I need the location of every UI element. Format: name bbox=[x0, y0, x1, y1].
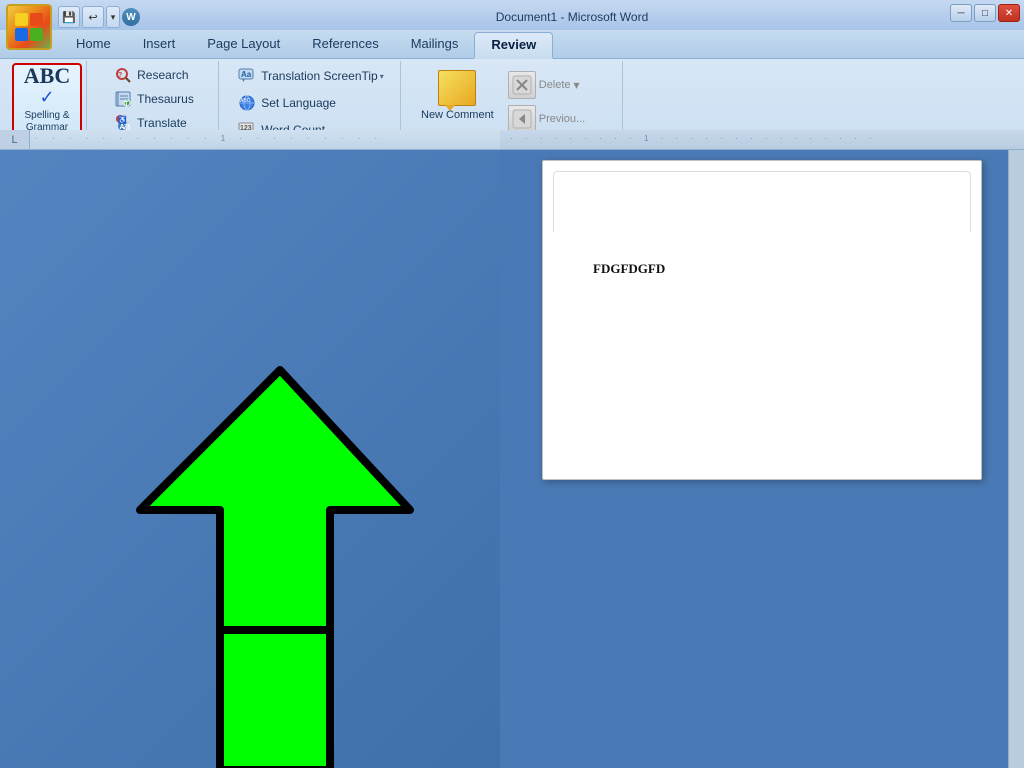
spelling-grammar-button[interactable]: ABC ✓ Spelling & Grammar bbox=[12, 63, 82, 135]
save-button[interactable]: 💾 bbox=[58, 6, 80, 28]
window-controls: ─ □ ✕ bbox=[950, 4, 1020, 22]
tab-insert[interactable]: Insert bbox=[127, 32, 192, 58]
title-bar: 💾 ↩ ▾ W Document1 - Microsoft Word ─ □ ✕ bbox=[0, 0, 1024, 30]
delete-label: Delete bbox=[539, 79, 571, 91]
tab-review[interactable]: Review bbox=[474, 32, 553, 59]
doc-ruler-top: · · · · · · · · · 1 · · · · · · · · · · … bbox=[500, 130, 1024, 150]
minimize-button[interactable]: ─ bbox=[950, 4, 972, 22]
svg-text:ABC: ABC bbox=[240, 98, 251, 104]
maximize-button[interactable]: □ bbox=[974, 4, 996, 22]
right-panel: · · · · · · · · · 1 · · · · · · · · · · … bbox=[500, 130, 1024, 768]
translation-screentip-label: Translation ScreenTip bbox=[261, 69, 378, 83]
word-icon: W bbox=[122, 8, 140, 26]
proofing-items: ? Research T bbox=[107, 63, 200, 135]
new-comment-icon bbox=[437, 69, 477, 107]
horizontal-ruler: · · · · · · · · · · · 1 · · · · · · · · … bbox=[30, 130, 500, 150]
close-button[interactable]: ✕ bbox=[998, 4, 1020, 22]
quick-access-toolbar: 💾 ↩ ▾ W bbox=[58, 6, 140, 28]
redo-button[interactable]: ▾ bbox=[106, 6, 120, 28]
translation-screentip-icon: Aa bbox=[237, 66, 257, 86]
window-title: Document1 - Microsoft Word bbox=[280, 6, 864, 28]
previous-label: Previou... bbox=[539, 113, 585, 125]
tab-pagelayout[interactable]: Page Layout bbox=[191, 32, 296, 58]
research-label: Research bbox=[137, 68, 188, 82]
research-icon: ? bbox=[113, 65, 133, 85]
green-arrow bbox=[100, 350, 420, 768]
new-comment-label: New Comment bbox=[421, 109, 494, 122]
set-language-icon: ABC bbox=[237, 93, 257, 113]
thesaurus-label: Thesaurus bbox=[137, 92, 194, 106]
spelling-abc-icon: ABC bbox=[24, 65, 70, 87]
delete-icon bbox=[508, 71, 536, 99]
doc-ruler-marks: · · · · · · · · · 1 · · · · · · · · · · … bbox=[510, 134, 1024, 143]
left-panel: L · · · · · · · · · · · 1 · · · · · · · … bbox=[0, 130, 500, 768]
previous-icon bbox=[508, 105, 536, 133]
new-comment-button[interactable]: New Comment bbox=[411, 65, 504, 126]
doc-page-area: FDGFDGFD bbox=[500, 150, 1024, 490]
vertical-scrollbar[interactable] bbox=[1008, 150, 1024, 768]
svg-text:♿: ♿ bbox=[118, 115, 127, 124]
comment-action-buttons: Delete ▾ Previou... bbox=[504, 65, 589, 135]
set-language-label: Set Language bbox=[261, 96, 336, 110]
translation-screentip-arrow: ▾ bbox=[380, 72, 384, 81]
translate-label: Translate bbox=[137, 116, 187, 130]
svg-text:T: T bbox=[125, 102, 129, 108]
tab-mailings[interactable]: Mailings bbox=[395, 32, 475, 58]
thesaurus-button[interactable]: T Thesaurus bbox=[107, 87, 200, 111]
tab-references[interactable]: References bbox=[296, 32, 394, 58]
ruler-corner[interactable]: L bbox=[0, 130, 30, 150]
svg-text:Aa: Aa bbox=[241, 70, 252, 79]
ruler-area: L · · · · · · · · · · · 1 · · · · · · · … bbox=[0, 130, 500, 150]
set-language-button[interactable]: ABC Set Language bbox=[231, 91, 390, 115]
undo-button[interactable]: ↩ bbox=[82, 6, 104, 28]
research-button[interactable]: ? Research bbox=[107, 63, 200, 87]
white-page[interactable]: FDGFDGFD bbox=[542, 160, 982, 480]
document-text: FDGFDGFD bbox=[593, 261, 931, 277]
svg-text:?: ? bbox=[118, 72, 122, 79]
translation-screentip-button[interactable]: Aa Translation ScreenTip ▾ bbox=[231, 64, 390, 88]
thesaurus-icon: T bbox=[113, 89, 133, 109]
tab-home[interactable]: Home bbox=[60, 32, 127, 58]
tab-bar: Home Insert Page Layout References Maili… bbox=[0, 28, 1024, 59]
document-area: L · · · · · · · · · · · 1 · · · · · · · … bbox=[0, 130, 1024, 768]
ruler-marks: · · · · · · · · · · · 1 · · · · · · · · … bbox=[30, 134, 500, 143]
office-button[interactable] bbox=[6, 4, 52, 50]
spelling-check-icon: ✓ bbox=[39, 87, 54, 108]
delete-comment-button[interactable]: Delete ▾ bbox=[504, 69, 589, 101]
delete-arrow: ▾ bbox=[574, 78, 580, 92]
